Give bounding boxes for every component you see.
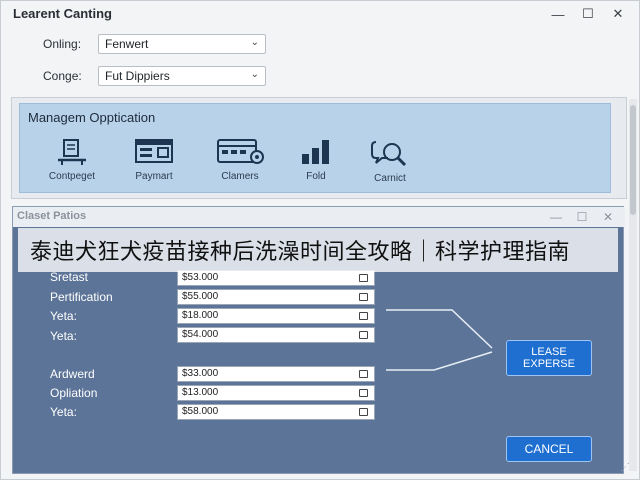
- amount-field-ardwerd[interactable]: $33.000: [177, 366, 375, 382]
- cards-gear-icon: [217, 139, 264, 164]
- tool-carnict[interactable]: Carnict: [350, 138, 430, 188]
- dialog-maximize-button[interactable]: ☐: [569, 208, 595, 226]
- close-button[interactable]: ✕: [603, 4, 633, 24]
- calculator-icon[interactable]: [359, 312, 368, 320]
- row-label-opliation: Opliation: [50, 386, 98, 400]
- amount-field-yeta-2[interactable]: $54.000: [177, 327, 375, 343]
- amount-field-yeta-3[interactable]: $58.000: [177, 404, 375, 420]
- row-label-yeta-1: Yeta:: [50, 309, 77, 323]
- amount-field-pertification[interactable]: $55.000: [177, 289, 375, 305]
- calculator-icon[interactable]: [359, 370, 368, 378]
- amount-field-sretast[interactable]: $53.000: [177, 270, 375, 286]
- chat-magnifier-icon: [371, 141, 407, 167]
- lease-label-line2: EXPERSE: [523, 358, 575, 370]
- dialog-window-controls: — ☐ ✕: [543, 208, 621, 226]
- calculator-icon[interactable]: [359, 408, 368, 416]
- bar-chart-icon: [302, 140, 329, 164]
- amount-value: $53.000: [182, 272, 219, 283]
- onling-select[interactable]: Fenwert ⌄: [98, 34, 266, 54]
- amount-field-yeta-1[interactable]: $18.000: [177, 308, 375, 324]
- calculator-icon[interactable]: [359, 293, 368, 301]
- minimize-button[interactable]: —: [543, 4, 573, 24]
- tool-paymart[interactable]: Paymart: [114, 138, 194, 188]
- window-title: Learent Canting: [13, 6, 112, 21]
- payment-table-icon: [135, 139, 173, 163]
- resize-grip-icon[interactable]: ⋰: [620, 462, 630, 473]
- connector-lines: [386, 309, 493, 371]
- onling-label: Onling:: [43, 37, 82, 51]
- tool-label-fold: Fold: [306, 171, 326, 182]
- scrollbar-thumb[interactable]: [630, 105, 636, 215]
- chevron-down-icon: ⌄: [250, 69, 259, 80]
- amount-value: $18.000: [182, 310, 219, 321]
- amount-value: $55.000: [182, 291, 219, 302]
- tool-label-carnict: Carnict: [374, 173, 406, 184]
- calculator-icon[interactable]: [359, 331, 368, 339]
- row-label-yeta-3: Yeta:: [50, 405, 77, 419]
- conge-value: Fut Dippiers: [105, 69, 170, 83]
- tool-contpeget[interactable]: Contpeget: [32, 138, 112, 188]
- tool-label-contpeget: Contpeget: [48, 171, 96, 182]
- chevron-down-icon: ⌄: [250, 37, 259, 48]
- tool-fold[interactable]: Fold: [276, 138, 356, 188]
- amount-value: $58.000: [182, 406, 219, 417]
- amount-value: $13.000: [182, 387, 219, 398]
- title-bar: Learent Canting — ☐ ✕: [1, 1, 640, 27]
- maximize-button[interactable]: ☐: [573, 4, 603, 24]
- amount-field-opliation[interactable]: $13.000: [177, 385, 375, 401]
- lease-label-line1: LEASE: [531, 346, 567, 358]
- desk-icon: [58, 139, 86, 165]
- calculator-icon[interactable]: [359, 274, 368, 282]
- calculator-icon[interactable]: [359, 389, 368, 397]
- tool-label-paymart: Paymart: [135, 171, 173, 182]
- cancel-button[interactable]: CANCEL: [506, 436, 592, 462]
- row-label-ardwerd: Ardwerd: [50, 367, 95, 381]
- row-label-pertification: Pertification: [50, 290, 113, 304]
- onling-value: Fenwert: [105, 37, 149, 51]
- dialog-title-bar: Claset Patios — ☐ ✕: [13, 207, 625, 227]
- management-title: Managem Opptication: [28, 110, 156, 125]
- caption-overlay: 泰迪犬狂犬疫苗接种后洗澡时间全攻略｜科学护理指南: [18, 228, 618, 272]
- dialog-title: Claset Patios: [17, 210, 87, 222]
- management-panel: Managem Opptication Contpeget Paymart Cl…: [19, 103, 611, 193]
- row-label-sretast: Sretast: [50, 270, 89, 284]
- tool-label-clamers: Clamers: [221, 171, 259, 182]
- row-label-yeta-2: Yeta:: [50, 329, 77, 343]
- amount-value: $54.000: [182, 329, 219, 340]
- conge-label: Conge:: [43, 69, 82, 83]
- lease-expense-button[interactable]: LEASE EXPERSE: [506, 340, 592, 376]
- dialog-close-button[interactable]: ✕: [595, 208, 621, 226]
- vertical-scrollbar[interactable]: [629, 99, 637, 471]
- amount-value: $33.000: [182, 368, 219, 379]
- window-controls: — ☐ ✕: [543, 4, 633, 24]
- conge-select[interactable]: Fut Dippiers ⌄: [98, 66, 266, 86]
- dialog-minimize-button[interactable]: —: [543, 208, 569, 226]
- caption-text: 泰迪犬狂犬疫苗接种后洗澡时间全攻略｜科学护理指南: [30, 240, 571, 265]
- tool-clamers[interactable]: Clamers: [200, 138, 280, 188]
